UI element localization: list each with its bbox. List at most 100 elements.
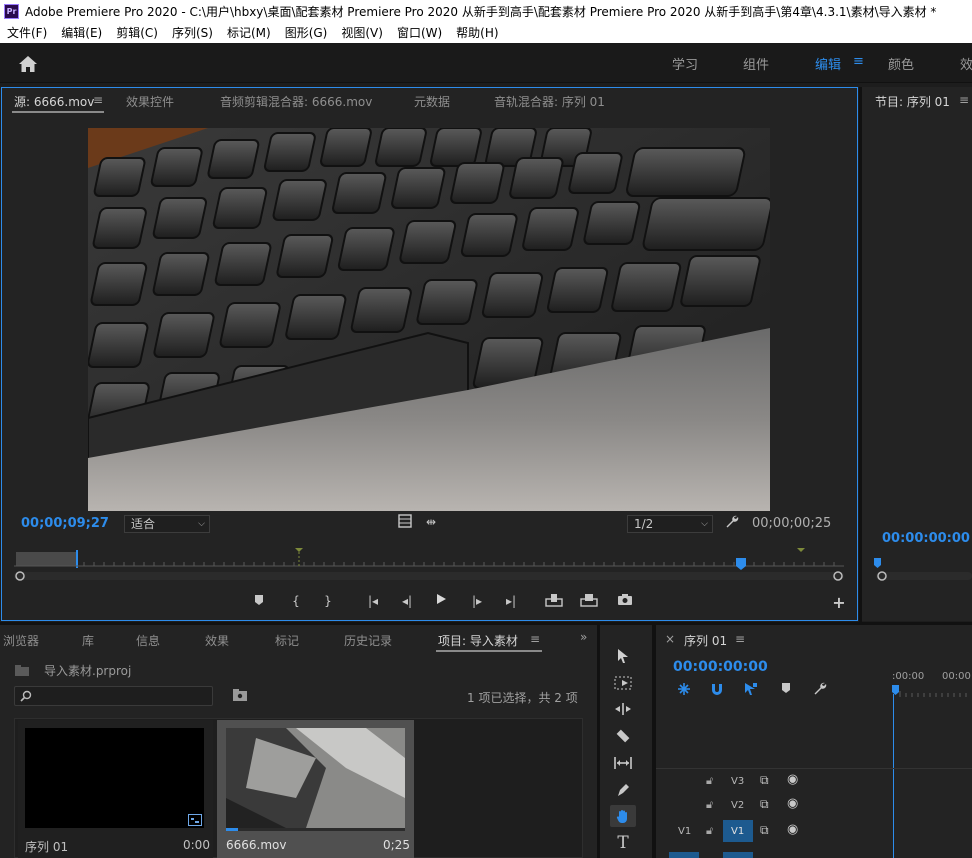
timeline-ruler[interactable] (890, 683, 972, 703)
tab-audio-clip-mixer[interactable]: 音频剪辑混合器: 6666.mov (220, 93, 372, 110)
program-time-ruler[interactable] (872, 556, 972, 584)
panel-overflow-icon[interactable]: » (580, 630, 587, 644)
nest-toggle-icon[interactable] (676, 681, 694, 697)
audio-track-target[interactable] (669, 852, 699, 858)
horizontal-splitter[interactable] (0, 622, 972, 625)
add-marker-icon[interactable] (780, 682, 794, 696)
tab-metadata[interactable]: 元数据 (414, 93, 450, 110)
lock-icon[interactable]: 🔓︎ (706, 774, 713, 788)
ripple-edit-tool-icon[interactable] (610, 698, 636, 720)
menu-sequence[interactable]: 序列(S) (165, 24, 220, 41)
drag-video-icon[interactable]: ⇹ (422, 514, 440, 530)
add-marker-icon[interactable] (250, 594, 268, 610)
menu-edit[interactable]: 编辑(E) (54, 24, 109, 41)
menu-graphics[interactable]: 图形(G) (278, 24, 335, 41)
workspace-menu-icon[interactable]: ≡ (853, 54, 864, 69)
menu-window[interactable]: 窗口(W) (390, 24, 449, 41)
sync-lock-icon[interactable]: ⧉ (760, 797, 769, 812)
project-search-input[interactable] (14, 686, 213, 706)
play-icon[interactable] (432, 593, 450, 609)
snap-magnet-icon[interactable] (709, 681, 727, 697)
menu-markers[interactable]: 标记(M) (220, 24, 278, 41)
menu-file[interactable]: 文件(F) (0, 24, 54, 41)
keyboard-image (88, 128, 770, 511)
eye-icon[interactable]: ◉ (787, 822, 798, 837)
sync-lock-icon[interactable]: ⧉ (760, 773, 769, 788)
source-current-timecode[interactable]: 00;00;09;27 (21, 516, 109, 531)
eye-icon[interactable]: ◉ (787, 796, 798, 811)
workspace-tab-assembly[interactable]: 组件 (743, 54, 769, 73)
timeline-timecode[interactable]: 00:00:00:00 (673, 659, 768, 675)
tab-project[interactable]: 项目: 导入素材 (438, 632, 518, 649)
mark-out-icon[interactable]: } (319, 593, 337, 609)
project-item-selected[interactable]: 6666.mov 0;25 (217, 720, 414, 858)
program-timecode[interactable]: 00:00:00:00 (882, 531, 970, 546)
tab-program[interactable]: 节目: 序列 01 (875, 93, 950, 110)
close-tab-icon[interactable]: × (665, 632, 675, 646)
track-header-v3[interactable]: 🔓︎ V3 ⧉ ◉ (656, 770, 892, 792)
home-icon[interactable] (18, 55, 38, 73)
menu-view[interactable]: 视图(V) (334, 24, 390, 41)
insert-icon[interactable] (545, 593, 563, 609)
tab-audio-track-mixer[interactable]: 音轨混合器: 序列 01 (494, 93, 605, 110)
go-to-out-icon[interactable]: ▸| (502, 593, 520, 609)
panel-menu-icon[interactable]: ≡ (735, 632, 745, 646)
hand-tool-icon[interactable] (610, 805, 636, 827)
vertical-splitter-2[interactable] (652, 625, 656, 858)
source-video-frame[interactable] (88, 128, 770, 511)
tab-info[interactable]: 信息 (136, 632, 160, 649)
overwrite-icon[interactable] (580, 593, 598, 609)
tab-effects[interactable]: 效果 (205, 632, 229, 649)
razor-tool-icon[interactable] (610, 725, 636, 747)
vertical-splitter-3[interactable] (859, 87, 862, 622)
tab-libraries[interactable]: 库 (82, 632, 94, 649)
workspace-tab-color[interactable]: 颜色 (888, 54, 914, 73)
lock-icon[interactable]: 🔓︎ (706, 798, 713, 812)
menu-clip[interactable]: 剪辑(C) (109, 24, 165, 41)
track-header-v2[interactable]: 🔓︎ V2 ⧉ ◉ (656, 794, 892, 816)
go-to-in-icon[interactable]: |◂ (364, 593, 382, 609)
tab-markers[interactable]: 标记 (275, 632, 299, 649)
panel-menu-icon[interactable]: ≡ (959, 93, 969, 107)
selection-tool-icon[interactable] (610, 645, 636, 667)
vertical-splitter[interactable] (597, 625, 600, 858)
menu-help[interactable]: 帮助(H) (449, 24, 505, 41)
camera-icon[interactable] (616, 593, 634, 609)
export-frame-film-icon[interactable] (396, 514, 414, 530)
tab-source[interactable]: 源: 6666.mov (14, 93, 94, 110)
audio-track-target-2[interactable] (723, 852, 753, 858)
linked-selection-icon[interactable] (743, 681, 761, 697)
wrench-icon[interactable] (723, 514, 741, 530)
tab-media-browser[interactable]: 浏览器 (3, 632, 39, 649)
source-track-label[interactable]: V1 (678, 826, 691, 837)
lock-icon[interactable]: 🔓︎ (706, 824, 713, 838)
resolution-dropdown[interactable]: 1/2 ⌵ (627, 515, 713, 533)
find-in-bin-icon[interactable] (232, 688, 248, 702)
workspace-tab-learn[interactable]: 学习 (672, 54, 698, 73)
tab-sequence[interactable]: 序列 01 (684, 632, 727, 649)
slip-tool-icon[interactable] (610, 752, 636, 774)
project-bin-icon (14, 664, 30, 677)
workspace-tab-editing[interactable]: 编辑 (815, 54, 841, 73)
wrench-icon[interactable] (813, 681, 829, 697)
fit-dropdown[interactable]: 适合 ⌵ (124, 515, 210, 533)
type-tool-icon[interactable]: T (610, 832, 636, 854)
track-select-tool-icon[interactable] (610, 672, 636, 694)
panel-menu-icon[interactable]: ≡ (93, 93, 103, 107)
panel-menu-icon[interactable]: ≡ (530, 632, 540, 646)
step-forward-icon[interactable]: |▸ (468, 593, 486, 609)
clip-progress-fill (226, 828, 238, 831)
tab-history[interactable]: 历史记录 (344, 632, 392, 649)
tab-effect-controls[interactable]: 效果控件 (126, 93, 174, 110)
track-target-v1[interactable]: V1 (723, 820, 753, 842)
sync-lock-icon[interactable]: ⧉ (760, 823, 769, 838)
step-back-icon[interactable]: ◂| (398, 593, 416, 609)
workspace-tab-effects[interactable]: 效 (960, 54, 972, 73)
project-item[interactable]: 序列 01 0:00 (18, 720, 213, 858)
source-time-ruler[interactable] (14, 540, 844, 582)
pen-tool-icon[interactable] (610, 779, 636, 801)
mark-in-icon[interactable]: { (287, 593, 305, 609)
plus-icon[interactable]: + (830, 595, 848, 611)
track-header-v1[interactable]: V1 🔓︎ V1 ⧉ ◉ (656, 818, 892, 844)
eye-icon[interactable]: ◉ (787, 772, 798, 787)
